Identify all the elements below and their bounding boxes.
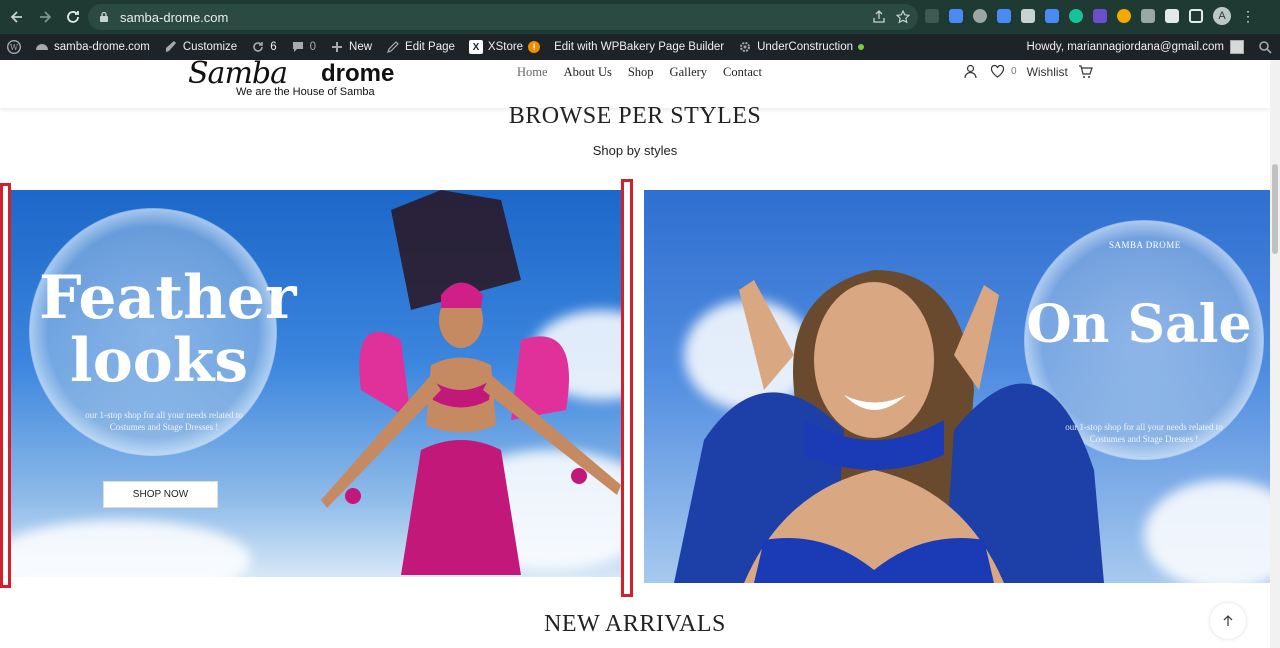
reload-icon[interactable]	[62, 6, 84, 28]
cloud-shape	[11, 520, 251, 577]
wishlist-count: 0	[1011, 66, 1017, 77]
browse-subtitle: Shop by styles	[592, 143, 678, 158]
more-menu-icon[interactable]: ⋮	[1241, 9, 1255, 23]
scrollbar-thumb[interactable]	[1272, 164, 1278, 254]
browser-toolbar: samba-drome.com A ⋮	[0, 0, 1280, 34]
cart-icon[interactable]	[1078, 64, 1093, 79]
wp-logo-icon[interactable]: W	[0, 34, 28, 60]
wishlist-label[interactable]: Wishlist	[1027, 65, 1068, 79]
extension-grammarly-icon[interactable]	[1069, 9, 1083, 23]
nav-contact[interactable]: Contact	[723, 65, 762, 80]
extension-recycle-icon[interactable]	[925, 9, 939, 23]
site-logo[interactable]: Samba drome We are the House of Samba	[188, 56, 398, 102]
header-tools: 0 Wishlist	[963, 64, 1093, 79]
search-icon[interactable]	[1258, 40, 1272, 54]
banner-feather-looks[interactable]: Feather looks our 1-stop shop for all yo…	[11, 190, 623, 577]
banner-on-sale[interactable]: SAMBA DROME On Sale our 1-stop shop for …	[644, 190, 1270, 583]
side-panel-icon[interactable]	[1189, 9, 1203, 23]
plus-icon	[332, 42, 343, 52]
forward-icon[interactable]	[34, 6, 56, 28]
on-sale-brand: SAMBA DROME	[1109, 240, 1181, 250]
howdy-label[interactable]: Howdy, mariannagiordana@gmail.com	[1027, 41, 1224, 53]
customize-label: Customize	[182, 41, 238, 53]
status-dot	[858, 44, 864, 50]
dancer-figure	[674, 270, 1104, 583]
bookmark-star-icon[interactable]	[895, 9, 911, 24]
nav-about-us[interactable]: About Us	[564, 65, 612, 80]
lock-icon	[100, 11, 108, 22]
site-header: Samba drome We are the House of Samba Ho…	[0, 56, 1270, 108]
on-sale-small-line1: our 1-stop shop for all your needs relat…	[1065, 422, 1223, 432]
dashboard-icon	[36, 44, 48, 50]
logo-tagline: We are the House of Samba	[236, 86, 375, 98]
main-nav: Home About Us Shop Gallery Contact	[517, 65, 762, 80]
edit-page-label: Edit Page	[405, 41, 455, 53]
dancer-figure	[321, 190, 621, 575]
account-icon[interactable]	[963, 64, 978, 79]
under-construction-label: UnderConstruction	[757, 41, 853, 53]
arrow-up-icon	[1223, 615, 1233, 626]
extension-camera-icon[interactable]	[1021, 9, 1035, 23]
comment-icon	[292, 42, 303, 52]
on-sale-small-line2: Costumes and Stage Dresses !	[1089, 434, 1199, 444]
user-avatar[interactable]	[1230, 40, 1244, 54]
url-text: samba-drome.com	[120, 9, 229, 25]
selection-marker-left	[0, 183, 11, 588]
feather-headline-line1: Feather	[39, 263, 297, 333]
feather-small-line2: Costumes and Stage Dresses !	[109, 422, 219, 432]
page-scrollbar[interactable]	[1270, 60, 1280, 648]
feather-headline-line2: looks	[69, 326, 249, 396]
updates-icon	[253, 42, 264, 52]
extension-docs-icon[interactable]	[949, 9, 963, 23]
wp-wpbakery[interactable]: Edit with WPBakery Page Builder	[547, 34, 731, 60]
extension-globe-icon[interactable]	[973, 9, 987, 23]
svg-text:W: W	[10, 43, 19, 52]
nav-gallery[interactable]: Gallery	[670, 65, 707, 80]
pencil-icon	[387, 41, 399, 53]
extension-new-icon[interactable]	[1045, 9, 1059, 23]
wp-under-construction[interactable]: UnderConstruction	[731, 34, 871, 60]
heart-icon[interactable]	[990, 64, 1005, 79]
extension-badge-icon[interactable]	[1093, 9, 1107, 23]
selection-marker-middle	[621, 179, 633, 597]
brush-icon	[165, 41, 176, 52]
updates-count: 6	[270, 41, 277, 53]
xstore-icon: X	[468, 40, 483, 54]
comments-count: 0	[309, 41, 317, 53]
site-name-label: samba-drome.com	[54, 41, 150, 53]
on-sale-headline: On Sale	[1026, 294, 1252, 355]
new-arrivals-title: NEW ARRIVALS	[544, 611, 726, 637]
extensions-puzzle-icon[interactable]	[1165, 9, 1179, 23]
browse-title: BROWSE PER STYLES	[508, 103, 762, 129]
wpbakery-label: Edit with WPBakery Page Builder	[554, 41, 725, 53]
xstore-label: XStore	[487, 41, 524, 53]
feather-small-line1: our 1-stop shop for all your needs relat…	[85, 410, 243, 420]
extension-moon-icon[interactable]	[1117, 9, 1131, 23]
extension-translate-icon[interactable]	[997, 9, 1011, 23]
address-bar[interactable]: samba-drome.com	[88, 4, 918, 30]
extension-tool-icon[interactable]	[1141, 9, 1155, 23]
nav-home[interactable]: Home	[517, 65, 548, 80]
logo-bold-text: drome	[321, 60, 395, 87]
shop-now-button[interactable]: SHOP NOW	[103, 481, 218, 508]
gear-icon	[740, 42, 751, 52]
new-label: New	[349, 41, 373, 53]
warning-icon: !	[528, 41, 541, 53]
back-to-top-button[interactable]	[1210, 603, 1246, 639]
nav-shop[interactable]: Shop	[628, 65, 654, 80]
wp-site-name[interactable]: samba-drome.com	[28, 34, 157, 60]
profile-avatar[interactable]: A	[1213, 7, 1231, 25]
wp-xstore[interactable]: X XStore !	[462, 34, 547, 60]
back-icon[interactable]	[6, 6, 28, 28]
share-icon[interactable]	[872, 10, 886, 24]
